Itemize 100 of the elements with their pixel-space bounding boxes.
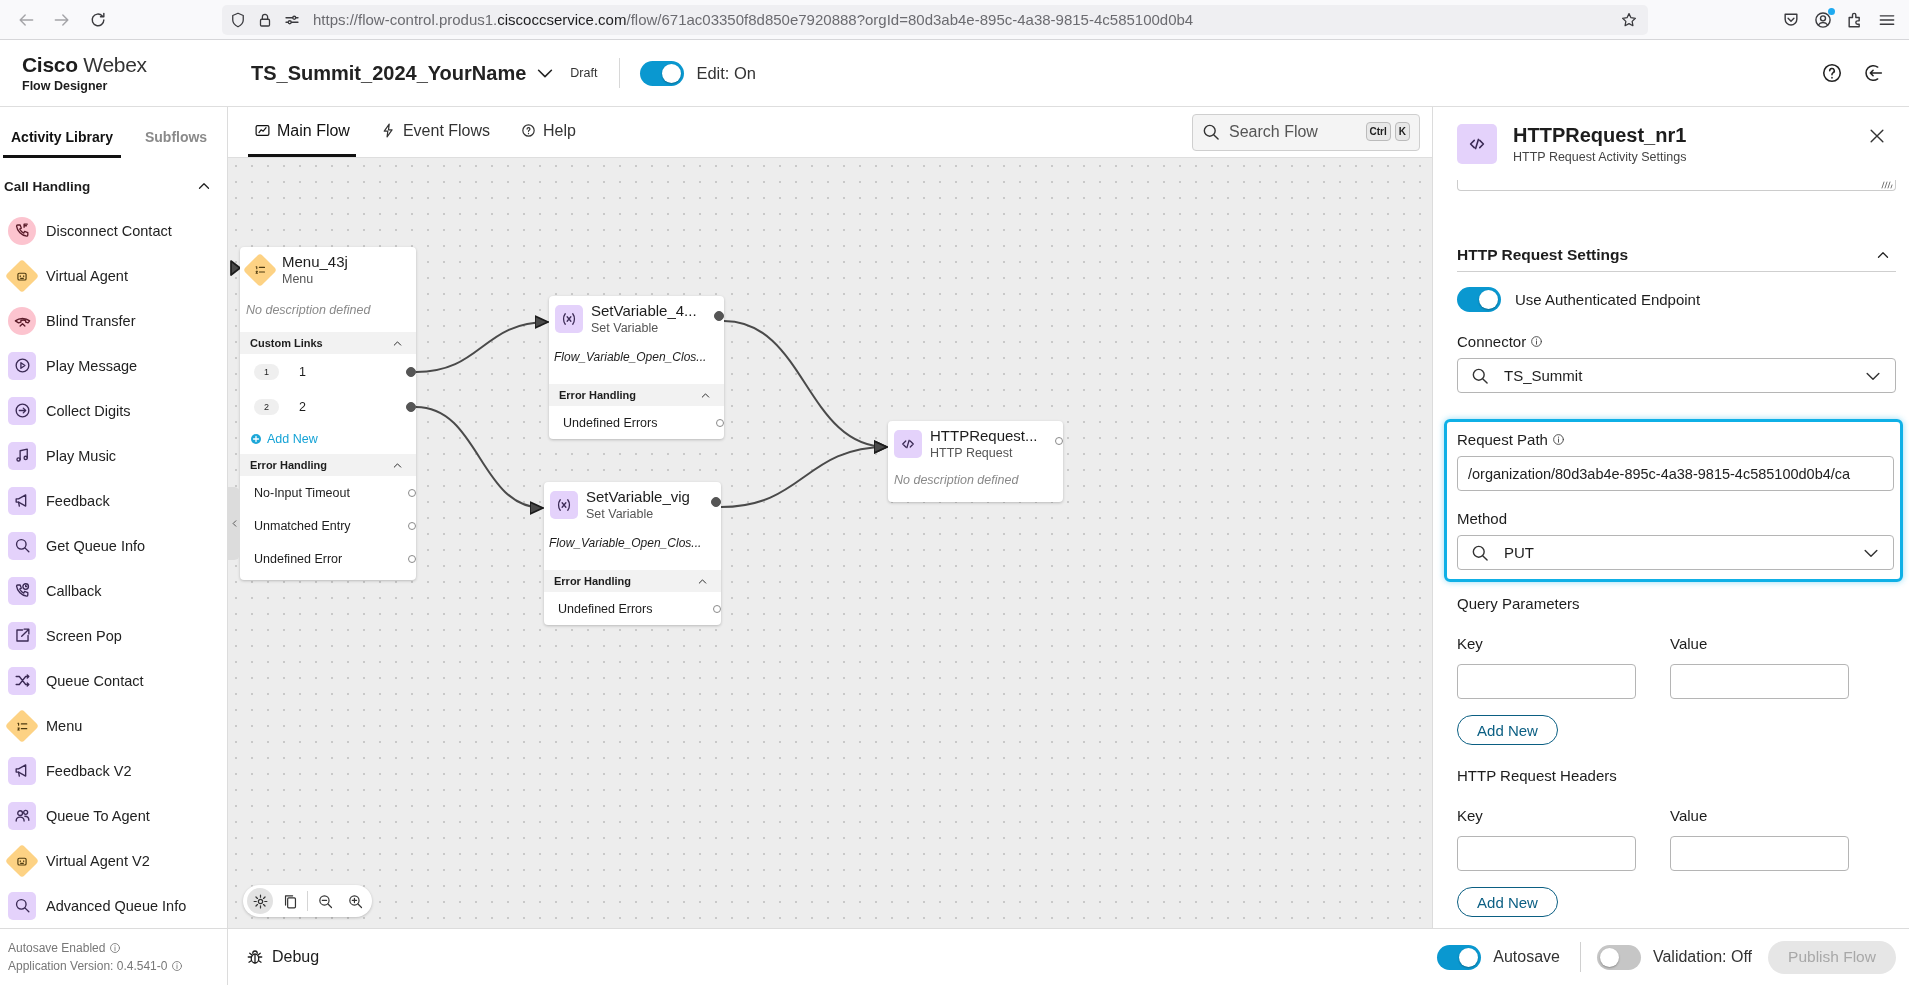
resize-grip-icon <box>1881 181 1893 189</box>
info-icon[interactable] <box>171 960 184 972</box>
section-header[interactable]: Error Handling <box>240 454 416 476</box>
activity-item[interactable]: Queue To Agent <box>0 793 227 838</box>
port-dot[interactable] <box>406 366 416 377</box>
node-title: HTTPRequest... <box>930 427 1038 444</box>
variable-name: Flow_Variable_Open_Clos... <box>553 349 708 366</box>
phone-icon <box>8 576 36 605</box>
port-dot[interactable] <box>408 488 416 497</box>
activity-item[interactable]: Play Message <box>0 343 227 388</box>
port-dot[interactable] <box>716 418 724 427</box>
outcome-label: 2 <box>299 399 306 414</box>
code-icon <box>894 430 922 458</box>
info-icon[interactable] <box>1530 334 1544 348</box>
activity-item[interactable]: Disconnect Contact <box>0 208 227 253</box>
debug-button[interactable]: Debug <box>246 948 320 966</box>
validation-toggle[interactable] <box>1596 944 1641 970</box>
field-label: Request Path <box>1457 430 1548 448</box>
activity-item[interactable]: Virtual Agent <box>0 253 227 298</box>
activity-item[interactable]: Advanced Queue Info <box>0 883 227 928</box>
status-text: Application Version: 0.4.541-0 <box>8 959 168 973</box>
activity-item[interactable]: Feedback <box>0 478 227 523</box>
value-field[interactable] <box>1670 836 1849 871</box>
port-dot[interactable] <box>711 497 721 507</box>
flow-node[interactable]: SetVariable_4... Set Variable Flow_Variable_Open_Clos... Error Handling Undefined Errors <box>549 296 724 439</box>
section-title: Error Handling <box>559 389 636 401</box>
activity-item[interactable]: Menu <box>0 703 227 748</box>
info-icon[interactable] <box>1551 432 1565 446</box>
section-header[interactable]: Error Handling <box>544 570 721 592</box>
node-type: Set Variable <box>586 507 655 521</box>
settings-button[interactable] <box>247 888 273 914</box>
flow-node[interactable]: Menu_43j Menu No description defined Custom Links 1 1 2 2 Add New Error Handling No-Input Timeout Unmatched Entry Undefined Error <box>240 247 416 580</box>
connector-select[interactable]: TS_Summit <box>1457 358 1896 393</box>
node-title: SetVariable_vig <box>586 488 690 505</box>
port-dot[interactable] <box>714 311 724 321</box>
section-title: Error Handling <box>250 459 327 471</box>
node-type: Set Variable <box>591 321 660 335</box>
zoom-in-icon <box>346 892 364 910</box>
section-header[interactable]: Error Handling <box>549 384 724 406</box>
field-label: Value <box>1670 807 1709 825</box>
activity-item[interactable]: Screen Pop <box>0 613 227 658</box>
activity-item[interactable]: Virtual Agent V2 <box>0 838 227 883</box>
variable-icon <box>550 491 578 519</box>
megaphone-icon <box>8 756 36 785</box>
brand-name: Cisco Webex <box>22 53 148 77</box>
info-icon[interactable] <box>109 942 122 954</box>
node-description: No description defined <box>893 473 1020 489</box>
outcome-label: Undefined Error <box>254 551 343 566</box>
shield-icon[interactable] <box>229 10 247 29</box>
port-dot[interactable] <box>713 604 721 613</box>
flow-node[interactable]: HTTPRequest... HTTP Request No description defined <box>888 421 1063 502</box>
activity-item[interactable]: Play Music <box>0 433 227 478</box>
account-icon[interactable] <box>1813 9 1833 30</box>
section-header[interactable]: Custom Links <box>240 332 416 354</box>
port-dot[interactable] <box>406 401 416 412</box>
collapse-handle[interactable] <box>228 487 240 560</box>
request-path-field[interactable]: /organization/80d3ab4e-895c-4a38-9815-4c585100d0b4/ca <box>1457 456 1894 491</box>
bookmark-star-icon[interactable] <box>1620 10 1638 29</box>
node-description: No description defined <box>245 303 372 319</box>
panel-subtitle: HTTP Request Activity Settings <box>1513 150 1687 164</box>
node-type: Menu <box>282 272 315 286</box>
help-icon[interactable] <box>1821 62 1843 84</box>
flow-icon <box>254 122 271 139</box>
node-type: HTTP Request <box>930 446 1014 460</box>
exit-icon[interactable] <box>1863 62 1885 84</box>
activity-item[interactable]: Queue Contact <box>0 658 227 703</box>
activity-item[interactable]: Blind Transfer <box>0 298 227 343</box>
port-dot[interactable] <box>1055 437 1063 445</box>
activity-item[interactable]: Get Queue Info <box>0 523 227 568</box>
auth-toggle[interactable] <box>1457 287 1501 312</box>
variable-icon <box>555 305 583 333</box>
key-field[interactable] <box>1457 836 1636 871</box>
flow-name[interactable]: TS_Summit_2024_YourName <box>251 61 527 85</box>
sidebar-tab[interactable]: Activity Library <box>3 129 121 158</box>
zoom-out-icon <box>316 892 334 910</box>
method-select[interactable]: PUT <box>1457 535 1894 570</box>
search-icon <box>8 531 36 560</box>
activity-item[interactable]: Callback <box>0 568 227 613</box>
toggle-label: Validation: Off <box>1652 948 1752 966</box>
value-field[interactable] <box>1670 664 1849 699</box>
port-dot[interactable] <box>408 554 416 563</box>
section-title: Error Handling <box>554 575 631 587</box>
section-title: HTTP Request Settings <box>1457 246 1629 264</box>
flow-tab[interactable]: Event Flows <box>373 107 497 157</box>
link-number: 1 <box>254 363 279 380</box>
flow-tab[interactable]: Help <box>514 107 582 157</box>
search-icon <box>8 891 36 920</box>
autosave-toggle[interactable] <box>1437 944 1482 970</box>
group-title: Query Parameters <box>1457 595 1581 613</box>
flow-node[interactable]: SetVariable_vig Set Variable Flow_Variable_Open_Clos... Error Handling Undefined Errors <box>544 482 721 625</box>
port-dot[interactable] <box>408 521 416 530</box>
activity-item[interactable]: Collect Digits <box>0 388 227 433</box>
address-bar[interactable]: https://flow-control.produs1.ciscoccservice.com/flow/671ac03350f8d850e7920888?orgId=80d3ab4e-895c-4a38-9815-4c585100d0b4 <box>222 4 1648 35</box>
activity-item[interactable]: Feedback V2 <box>0 748 227 793</box>
megaphone-icon <box>8 486 36 515</box>
status-label: Draft <box>570 66 598 80</box>
key-field[interactable] <box>1457 664 1636 699</box>
variable-name: Flow_Variable_Open_Clos... <box>548 535 703 552</box>
plus-icon <box>250 433 262 445</box>
edit-toggle[interactable] <box>640 60 685 86</box>
